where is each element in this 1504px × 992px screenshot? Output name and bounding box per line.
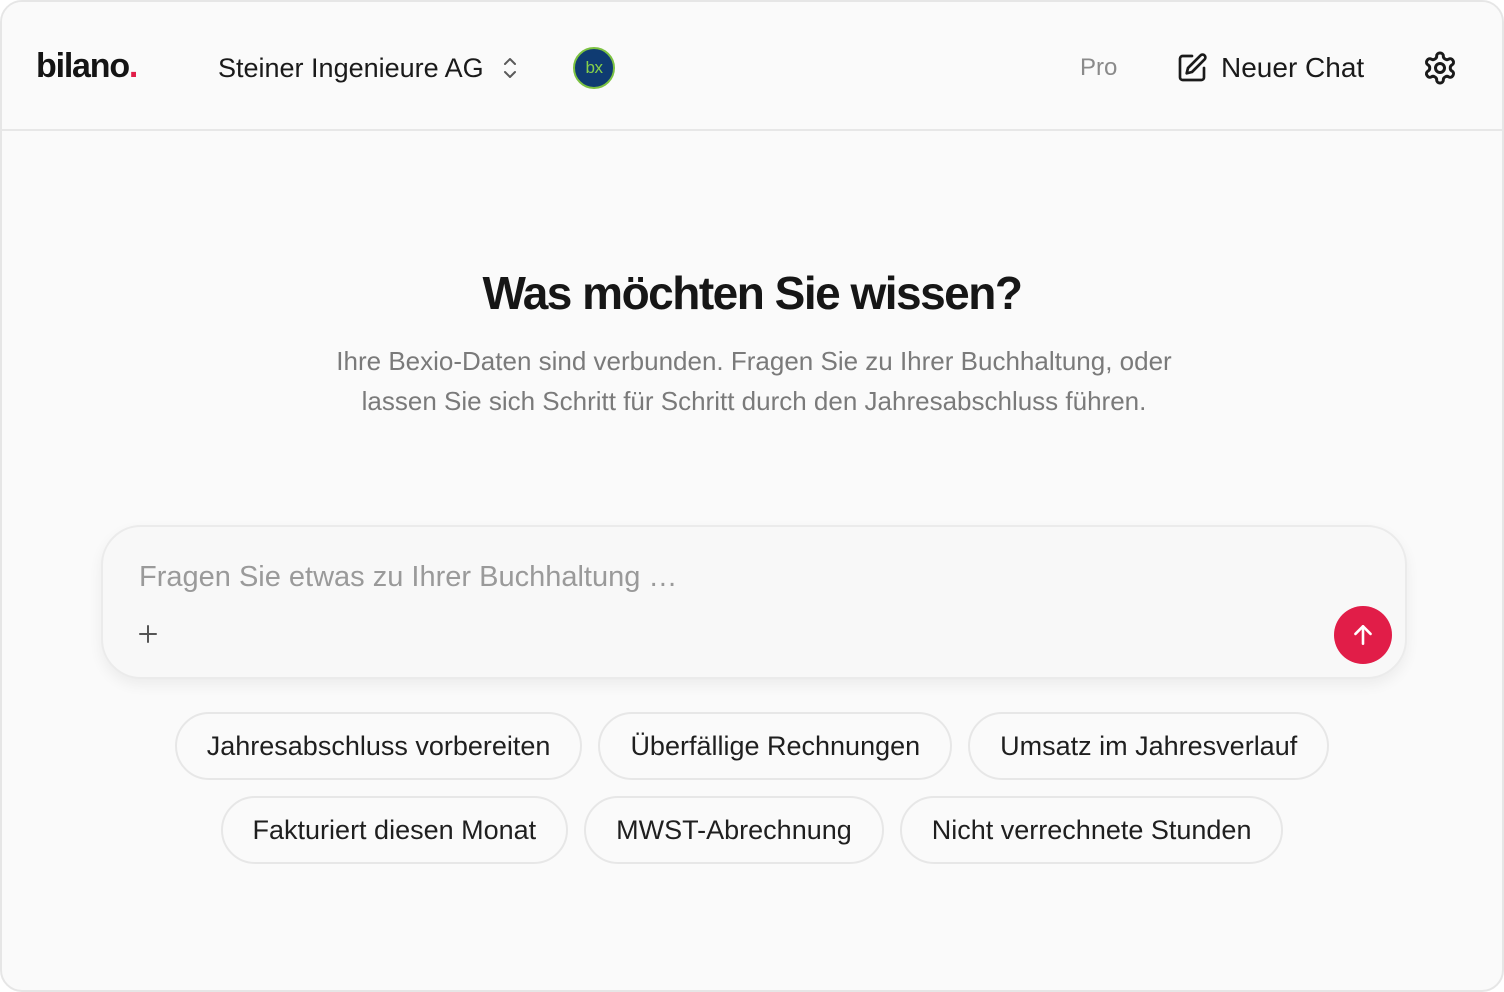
logo-dot: . (128, 47, 138, 85)
page-subtitle: Ihre Bexio-Daten sind verbunden. Fragen … (336, 346, 1172, 416)
suggestions-row-1: Jahresabschluss vorbereiten Überfällige … (2, 712, 1502, 780)
send-button[interactable] (1334, 606, 1392, 664)
suggestion-chip[interactable]: Nicht verrechnete Stunden (899, 796, 1284, 864)
suggestion-chip[interactable]: Fakturiert diesen Monat (220, 796, 569, 864)
suggestions-row-2: Fakturiert diesen Monat MWST-Abrechnung … (2, 796, 1502, 864)
suggestion-chip[interactable]: MWST-Abrechnung (584, 796, 884, 864)
chevron-up-down-icon (503, 58, 516, 78)
plus-icon[interactable] (137, 623, 159, 645)
suggestion-chip[interactable]: Jahresabschluss vorbereiten (174, 712, 583, 780)
arrow-up-icon (1354, 625, 1372, 645)
chat-composer (101, 525, 1407, 679)
top-bar: bilano. Steiner Ingenieure AG bx Pro Neu… (2, 2, 1502, 131)
suggestion-chip[interactable]: Umsatz im Jahresverlauf (968, 712, 1330, 780)
chat-input[interactable] (139, 555, 1299, 599)
company-name: Steiner Ingenieure AG (218, 53, 484, 83)
new-chat-button[interactable]: Neuer Chat (1176, 48, 1364, 88)
new-chat-label: Neuer Chat (1221, 52, 1365, 83)
edit-icon (1178, 53, 1207, 82)
company-switcher[interactable]: Steiner Ingenieure AG (218, 50, 520, 86)
page-title: Was möchten Sie wissen? (482, 267, 1023, 319)
bexio-connection-badge[interactable]: bx (573, 47, 615, 89)
logo-text: bilano (36, 47, 130, 85)
app-window: bilano. Steiner Ingenieure AG bx Pro Neu… (0, 0, 1504, 992)
gear-icon[interactable] (1422, 50, 1458, 86)
app-logo[interactable]: bilano. (36, 46, 138, 86)
suggestion-chip[interactable]: Überfällige Rechnungen (598, 712, 953, 780)
plan-label: Pro (1080, 54, 1118, 81)
